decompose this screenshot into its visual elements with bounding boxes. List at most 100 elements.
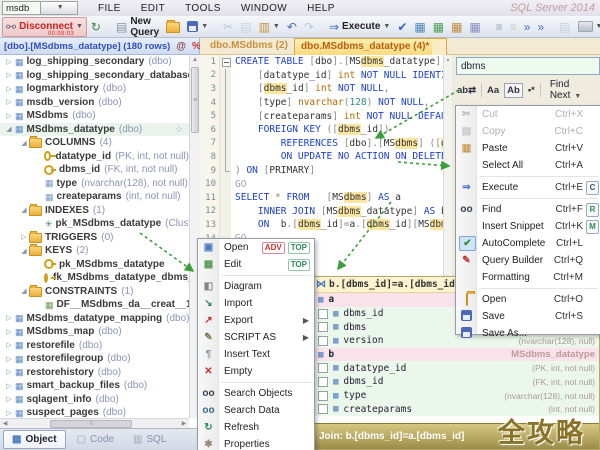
disconnect-button[interactable]: ⚯Disconnect00:08:03▼ <box>2 17 87 37</box>
menu-edit[interactable]: EDIT <box>141 3 165 14</box>
regex-button[interactable]: ▪* <box>528 85 535 96</box>
panel-tab-code[interactable]: ▢Code <box>69 431 122 448</box>
join-row-dbms_id[interactable]: ▦dbms_id(FK, int, not null) <box>313 375 599 389</box>
grid-export-button[interactable]: ▦ <box>448 18 465 36</box>
chevron-expanded-icon[interactable]: ◢ <box>19 287 29 295</box>
align-alt-button[interactable]: ≡ <box>507 18 520 36</box>
menu-item-cut[interactable]: ✂CutCtrl+X <box>456 106 600 123</box>
chevron-down-icon[interactable]: ▼ <box>596 23 600 30</box>
tree-item-msdbms_datatype_mapping[interactable]: ▷▦MSdbms_datatype_mapping(dbo) <box>0 312 189 326</box>
chevron-collapsed-icon[interactable]: ▷ <box>4 355 14 363</box>
scroll-right-icon[interactable]: ▶ <box>179 420 189 427</box>
fold-collapse-icon[interactable] <box>222 58 231 67</box>
panel-tab-sql[interactable]: ▥SQL <box>125 431 174 448</box>
tree-item-msdbms[interactable]: ▷▦MSdbms(dbo) <box>0 109 189 123</box>
chevron-collapsed-icon[interactable]: ▷ <box>4 341 14 349</box>
tree-item-log_shipping_secondary_databases[interactable]: ▷▦log_shipping_secondary_databases(dbo) <box>0 69 189 83</box>
menu-item-execute[interactable]: ⇒ExecuteCtrl+EC <box>456 179 600 196</box>
menu-help[interactable]: HELP <box>307 3 335 14</box>
database-selector[interactable]: msdb ▼ <box>2 1 78 15</box>
match-case-button[interactable]: Aa <box>487 85 499 96</box>
menu-item-save-as-[interactable]: Save As... <box>456 325 600 342</box>
menu-window[interactable]: WINDOW <box>241 3 287 14</box>
tree-item-datatype_id[interactable]: datatype_id(PK, int, not null) <box>0 150 189 164</box>
align-button[interactable]: ≡ <box>493 18 506 36</box>
execute-button[interactable]: ⇒Execute▼ <box>326 18 393 36</box>
tree-item-triggers[interactable]: ▷TRIGGERS(0) <box>0 231 189 245</box>
chevron-down-icon[interactable]: ▼ <box>273 23 280 30</box>
tab-dbo-msdbms[interactable]: dbo.MSdbms (2) <box>210 40 288 51</box>
menu-item-edit[interactable]: ▦EditTOP <box>198 256 314 273</box>
menu-item-query-builder[interactable]: ✎Query BuilderCtrl+Q <box>456 252 600 269</box>
chevron-collapsed-icon[interactable]: ▷ <box>4 409 14 417</box>
menu-item-search-objects[interactable]: ooSearch Objects <box>198 385 314 402</box>
tree-item-keys[interactable]: ◢KEYS(2) <box>0 244 189 258</box>
chevron-down-icon[interactable]: ▼ <box>40 2 78 14</box>
tree-item-restorefilegroup[interactable]: ▷▦restorefilegroup(dbo) <box>0 352 189 366</box>
tab-dbo-msdbms-datatype[interactable]: dbo.MSdbms_datatype (4)*× <box>294 38 447 55</box>
checkbox[interactable] <box>318 377 328 387</box>
results-grid-button[interactable]: ▦ <box>430 18 447 36</box>
fold-marker[interactable] <box>220 69 231 83</box>
menu-item-open[interactable]: OpenCtrl+O <box>456 291 600 308</box>
open-file-button[interactable] <box>163 18 183 36</box>
chevron-expanded-icon[interactable]: ◢ <box>19 206 29 214</box>
copy-special-button[interactable]: ▤ <box>556 18 573 36</box>
menu-item-export[interactable]: ↗Export▶ <box>198 312 314 329</box>
join-row-b[interactable]: ▦bMSdbms_datatype <box>313 348 599 362</box>
tree-item-type[interactable]: ▦type(nvarchar(128), not null) <box>0 177 189 191</box>
replace-icon[interactable]: ab⇄ <box>457 85 476 96</box>
checkbox[interactable] <box>318 391 328 401</box>
fold-marker[interactable] <box>220 109 231 123</box>
menu-item-import[interactable]: ↘Import <box>198 295 314 312</box>
chevron-down-icon[interactable]: ▼ <box>201 23 208 30</box>
tree-horizontal-scrollbar[interactable]: ◀ ≡ ▶ <box>0 418 189 428</box>
find-next-button[interactable]: Find Next▼ <box>550 79 600 101</box>
tree-item-logmarkhistory[interactable]: ▷▦logmarkhistory(dbo) <box>0 82 189 96</box>
menu-file[interactable]: FILE <box>98 3 121 14</box>
checkbox[interactable] <box>318 309 328 319</box>
paste-button[interactable]: ▥▼ <box>256 18 283 36</box>
menu-item-find[interactable]: ooFindCtrl+FR <box>456 201 600 218</box>
join-row-type[interactable]: ▦type(nvarchar(128), not null) <box>313 389 599 403</box>
refresh-button[interactable]: ↻ <box>88 18 104 36</box>
whole-word-button[interactable]: Ab <box>504 83 523 98</box>
chevron-collapsed-icon[interactable]: ▷ <box>4 71 14 79</box>
print-button[interactable]: ▼ <box>575 18 600 36</box>
checkbox[interactable] <box>318 322 328 332</box>
join-row-datatype_id[interactable]: ▦datatype_id(PK, int, not null) <box>313 361 599 375</box>
fold-marker[interactable] <box>220 150 231 164</box>
menu-item-save[interactable]: SaveCtrl+S <box>456 308 600 325</box>
find-input[interactable]: dbms <box>456 57 600 75</box>
scrollbar-thumb[interactable]: ≡ <box>191 67 199 133</box>
chevron-collapsed-icon[interactable]: ▷ <box>4 58 14 66</box>
scroll-left-icon[interactable]: ◀ <box>0 420 10 427</box>
tree-item-fk_msdbms_datatype_dbms_id[interactable]: fk_MSdbms_datatype_dbms_id <box>0 271 189 285</box>
chevron-collapsed-icon[interactable]: ▷ <box>4 395 14 403</box>
outdent-button[interactable]: » <box>534 18 547 36</box>
chevron-collapsed-icon[interactable]: ▷ <box>4 368 14 376</box>
menu-item-properties[interactable]: ✱Properties <box>198 436 314 450</box>
query-builder-button[interactable]: ▦ <box>411 18 428 36</box>
menu-item-refresh[interactable]: ↻Refresh <box>198 419 314 436</box>
indent-button[interactable]: » <box>521 18 534 36</box>
grid-import-button[interactable]: ▦ <box>466 18 483 36</box>
chevron-collapsed-icon[interactable]: ▷ <box>4 382 14 390</box>
scroll-up-icon[interactable]: ▲ <box>190 55 200 63</box>
tree-item-columns[interactable]: ◢COLUMNS(4) <box>0 136 189 150</box>
tree-item-suspect_pages[interactable]: ▷▦suspect_pages(dbo) <box>0 406 189 418</box>
menu-item-paste[interactable]: ▥PasteCtrl+V <box>456 140 600 157</box>
save-button[interactable]: ▼ <box>184 18 211 36</box>
chevron-collapsed-icon[interactable]: ▷ <box>4 98 14 106</box>
chevron-collapsed-icon[interactable]: ▷ <box>4 314 14 322</box>
fold-marker[interactable] <box>220 137 231 151</box>
undo-button[interactable]: ↶ <box>284 18 300 36</box>
menu-item-diagram[interactable]: ◧Diagram <box>198 278 314 295</box>
checkbox[interactable] <box>318 404 328 414</box>
tree-item-msdbms_map[interactable]: ▷▦MSdbms_map(dbo) <box>0 325 189 339</box>
menu-item-open[interactable]: ▣OpenADVTOP <box>198 239 314 256</box>
tree-item-pk_msdbms_datatype[interactable]: pk_MSdbms_datatype <box>0 258 189 272</box>
tree-item-log_shipping_secondary[interactable]: ▷▦log_shipping_secondary(dbo) <box>0 55 189 69</box>
tree-item-df__msdbms_da__creat__1367e60[interactable]: ▦DF__MSdbms_da__creat__1367E60 <box>0 298 189 312</box>
menu-item-search-data[interactable]: ooSearch Data <box>198 402 314 419</box>
